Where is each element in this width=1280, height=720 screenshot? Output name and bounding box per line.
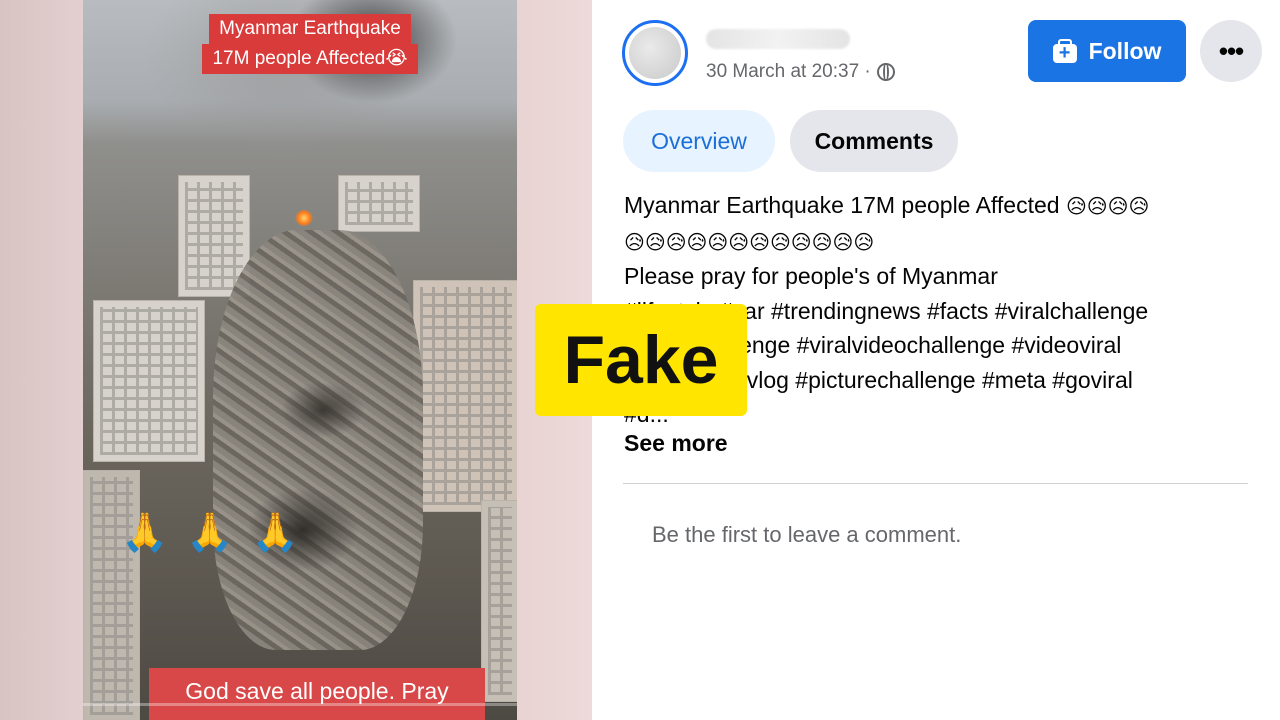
video-progress-bar[interactable]: [83, 703, 517, 706]
tab-comments[interactable]: Comments: [790, 110, 958, 172]
building: [83, 470, 140, 720]
divider: [623, 483, 1248, 484]
avatar[interactable]: [622, 20, 688, 86]
video-caption-bottom: God save all people. Pray: [149, 668, 485, 720]
follow-label: Follow: [1088, 37, 1162, 64]
building: [481, 500, 517, 702]
more-options-button[interactable]: •••: [1200, 20, 1262, 82]
video-caption-top: Myanmar Earthquake 17M people Affected😭: [185, 14, 435, 74]
more-icon: •••: [1218, 35, 1244, 66]
crying-emojis: 😥😥😥😥😥😥😥😥😥😥😥😥: [624, 229, 875, 254]
building: [338, 175, 420, 232]
building: [93, 300, 205, 462]
building: [413, 280, 517, 512]
fire: [295, 210, 313, 226]
post-meta: 30 March at 20:37 ·: [706, 61, 895, 83]
tab-overview[interactable]: Overview: [623, 110, 775, 172]
empty-comments-message: Be the first to leave a comment.: [652, 522, 962, 547]
post-timestamp[interactable]: 30 March at 20:37 ·: [706, 61, 871, 83]
earthquake-video[interactable]: Myanmar Earthquake 17M people Affected😭 …: [83, 0, 517, 720]
globe-icon: [876, 63, 895, 81]
see-more-link[interactable]: See more: [624, 430, 728, 457]
follow-icon: [1052, 39, 1077, 64]
avatar-image: [629, 27, 681, 79]
collapsed-street-rubble: [213, 230, 423, 650]
video-pane: Myanmar Earthquake 17M people Affected😭 …: [0, 0, 592, 720]
fake-label-stamp: Fake: [535, 304, 747, 416]
praying-hands-emojis: 🙏🙏🙏: [121, 510, 317, 554]
author-name-blurred[interactable]: [706, 29, 850, 49]
crying-emojis: 😥😥😥😥: [1065, 194, 1150, 218]
follow-button[interactable]: Follow: [1028, 20, 1186, 82]
